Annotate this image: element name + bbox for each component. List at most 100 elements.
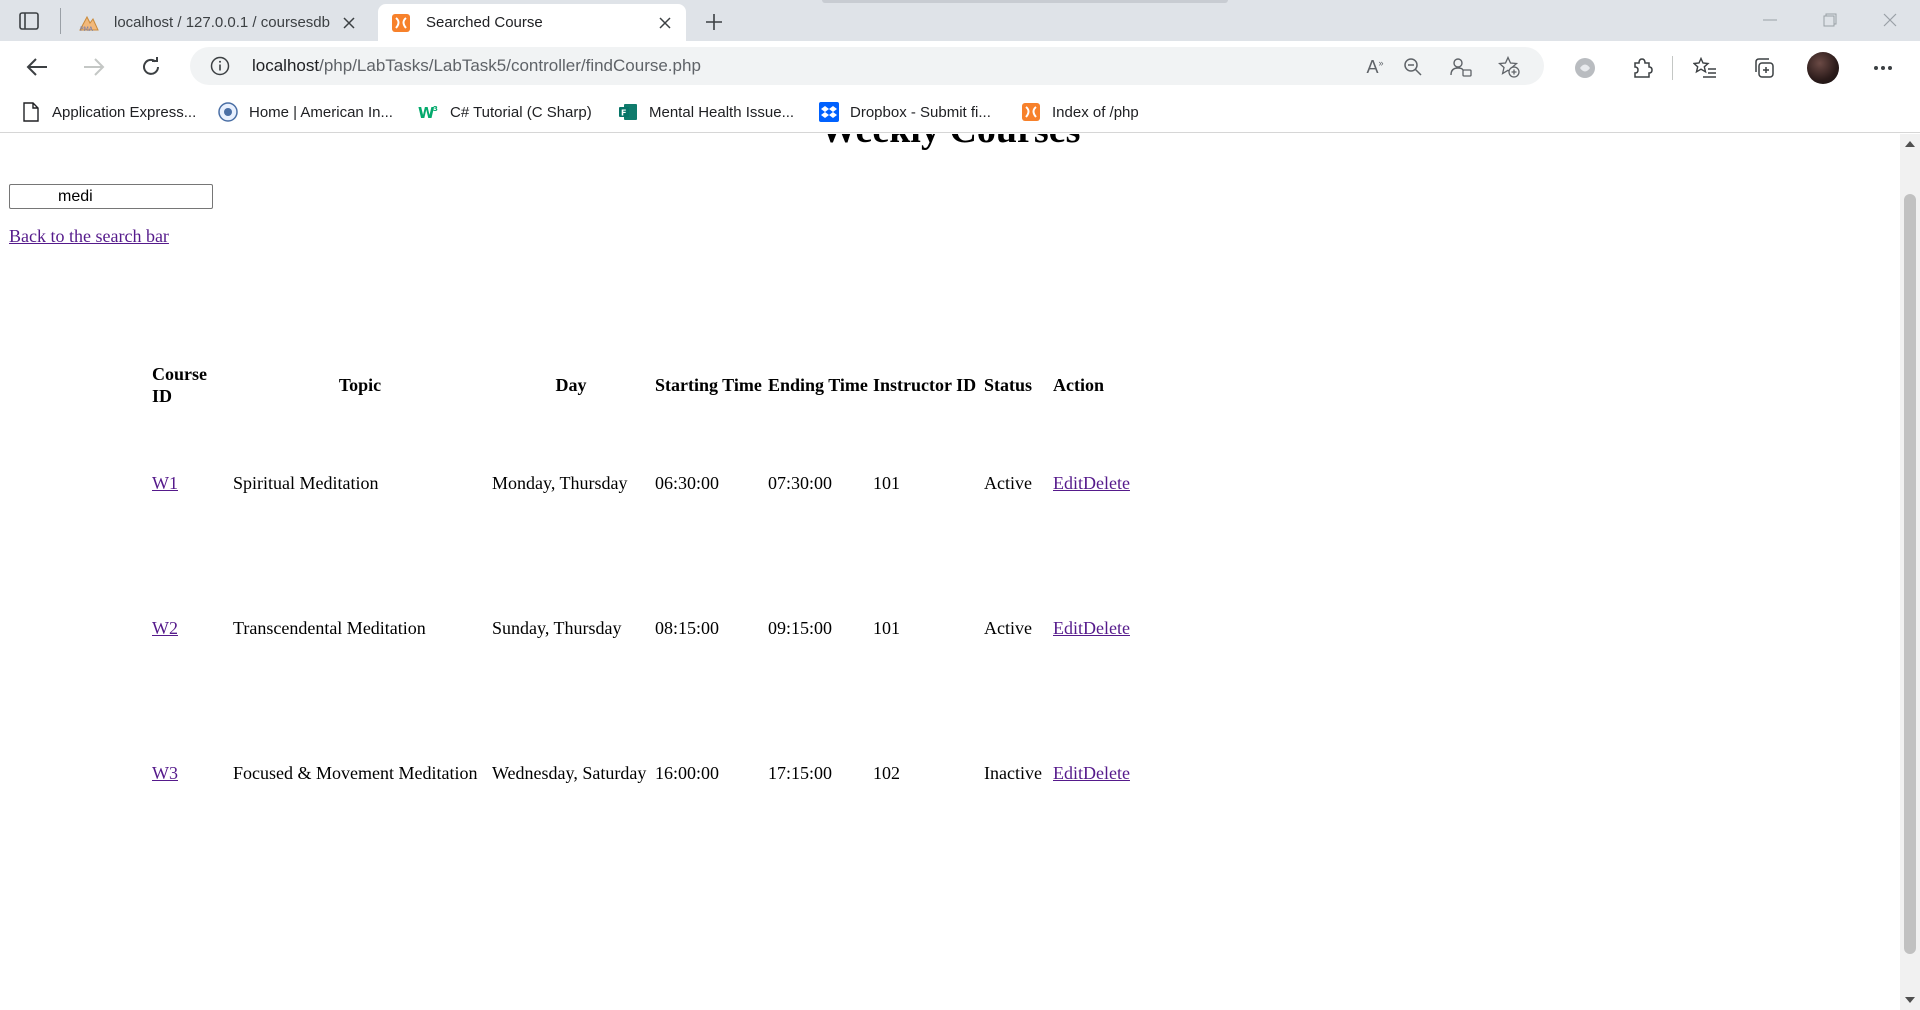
favorites-list-icon	[1693, 57, 1716, 78]
add-favorite-button[interactable]	[1496, 54, 1522, 80]
bookmark-home-american[interactable]: Home | American In...	[217, 99, 393, 125]
page-icon	[20, 101, 42, 123]
xampp-icon	[390, 12, 412, 34]
page-title: Weekly Courses	[0, 134, 1900, 152]
bookmark-label: Application Express...	[52, 103, 197, 121]
close-tab-icon[interactable]	[338, 12, 360, 34]
tab-strip: PMA localhost / 127.0.0.1 / coursesdb Se…	[0, 0, 1920, 41]
table-row: W2 Transcendental Meditation Sunday, Thu…	[151, 557, 1136, 699]
edit-link[interactable]: Edit	[1053, 473, 1083, 493]
course-id-link[interactable]: W1	[152, 473, 178, 493]
svg-text:PMA: PMA	[80, 26, 94, 32]
star-add-icon	[1498, 56, 1520, 78]
start-time-cell: 08:15:00	[655, 618, 720, 638]
close-icon	[1883, 13, 1897, 27]
scroll-up-icon[interactable]	[1904, 138, 1916, 150]
scroll-down-icon[interactable]	[1904, 994, 1916, 1006]
info-icon[interactable]	[210, 56, 230, 76]
collections-button[interactable]	[1749, 53, 1779, 83]
table-row: W3 Focused & Movement Meditation Wednesd…	[151, 702, 1136, 844]
svg-text:F: F	[621, 109, 626, 118]
forms-icon: F	[617, 101, 639, 123]
more-dots-icon	[1874, 66, 1892, 70]
start-time-cell: 16:00:00	[655, 763, 720, 783]
tab-title: Searched Course	[426, 14, 543, 31]
header-status: Status	[984, 375, 1033, 395]
url-text[interactable]: localhost/php/LabTasks/LabTask5/controll…	[252, 56, 701, 76]
url-host: localhost	[252, 56, 320, 75]
zoom-out-icon	[1404, 58, 1422, 76]
action-cell: EditDelete	[1052, 557, 1136, 699]
start-time-cell: 06:30:00	[655, 473, 720, 493]
tab-searched-course[interactable]: Searched Course	[378, 4, 686, 41]
bookmark-index-of-php[interactable]: Index of /php	[1020, 99, 1139, 125]
header-day: Day	[555, 375, 587, 395]
header-instructor-id: Instructor ID	[873, 375, 977, 395]
phpmyadmin-icon: PMA	[78, 12, 100, 34]
minimize-icon	[1763, 19, 1777, 21]
course-id-link[interactable]: W2	[152, 618, 178, 638]
instructor-id-cell: 101	[873, 473, 900, 493]
bookmark-application-express[interactable]: Application Express...	[20, 99, 196, 125]
end-time-cell: 17:15:00	[768, 763, 833, 783]
favorites-button[interactable]	[1690, 53, 1720, 83]
header-ending-time: Ending Time	[768, 375, 868, 395]
new-tab-button[interactable]	[700, 8, 728, 36]
read-aloud-button[interactable]: A»	[1362, 54, 1388, 80]
extensions-button[interactable]	[1627, 53, 1657, 83]
restore-icon	[1823, 13, 1837, 27]
edit-link[interactable]: Edit	[1053, 763, 1083, 783]
bookmark-label: C# Tutorial (C Sharp)	[450, 103, 592, 121]
copilot-button[interactable]	[1570, 53, 1600, 83]
vertical-scrollbar[interactable]	[1900, 134, 1920, 1010]
bookmark-label: Mental Health Issue...	[649, 103, 795, 121]
table-row: W1 Spiritual Meditation Monday, Thursday…	[151, 412, 1136, 554]
forward-button[interactable]	[78, 51, 110, 83]
person-key-icon	[1450, 58, 1472, 77]
arrow-left-icon	[26, 58, 47, 76]
profile-avatar[interactable]	[1807, 52, 1839, 84]
restore-button[interactable]	[1810, 6, 1850, 34]
xampp-icon	[1020, 101, 1042, 123]
tab-actions-button[interactable]	[16, 9, 42, 33]
tab-phpmyadmin[interactable]: PMA localhost / 127.0.0.1 / coursesdb	[66, 4, 370, 41]
day-cell: Monday, Thursday	[492, 473, 628, 493]
header-course-id: Course ID	[152, 364, 207, 406]
bookmark-csharp-tutorial[interactable]: W 3 C# Tutorial (C Sharp)	[418, 99, 592, 125]
settings-more-button[interactable]	[1868, 53, 1898, 83]
copilot-icon	[1575, 58, 1595, 78]
day-cell: Sunday, Thursday	[492, 618, 622, 638]
header-topic: Topic	[338, 375, 382, 395]
action-cell: EditDelete	[1052, 702, 1136, 844]
action-cell: EditDelete	[1052, 412, 1136, 554]
course-id-link[interactable]: W3	[152, 763, 178, 783]
profile-share-button[interactable]	[1448, 54, 1474, 80]
bookmark-dropbox[interactable]: Dropbox - Submit fi...	[818, 99, 991, 125]
search-input[interactable]	[9, 184, 213, 209]
status-cell: Active	[984, 618, 1032, 638]
zoom-out-button[interactable]	[1400, 54, 1426, 80]
w3schools-icon: W 3	[418, 101, 440, 123]
minimize-button[interactable]	[1750, 6, 1790, 34]
back-button[interactable]	[21, 51, 53, 83]
delete-link[interactable]: Delete	[1083, 473, 1130, 493]
address-bar[interactable]: localhost/php/LabTasks/LabTask5/controll…	[190, 47, 1544, 85]
delete-link[interactable]: Delete	[1083, 763, 1130, 783]
bookmark-mental-health[interactable]: F Mental Health Issue...	[617, 99, 794, 125]
back-to-search-link[interactable]: Back to the search bar	[9, 226, 169, 247]
scrollbar-thumb[interactable]	[1904, 194, 1916, 954]
status-cell: Inactive	[984, 763, 1042, 783]
close-window-button[interactable]	[1870, 6, 1910, 34]
end-time-cell: 07:30:00	[768, 473, 833, 493]
edit-link[interactable]: Edit	[1053, 618, 1083, 638]
delete-link[interactable]: Delete	[1083, 618, 1130, 638]
tab-actions-icon	[19, 12, 39, 30]
close-tab-icon[interactable]	[654, 12, 676, 34]
end-time-cell: 09:15:00	[768, 618, 833, 638]
arrow-right-icon	[84, 58, 105, 76]
refresh-icon	[143, 57, 159, 75]
instructor-id-cell: 101	[873, 618, 900, 638]
refresh-button[interactable]	[135, 51, 167, 83]
header-starting-time: Starting Time	[655, 375, 762, 395]
topic-cell: Spiritual Meditation	[233, 473, 379, 493]
